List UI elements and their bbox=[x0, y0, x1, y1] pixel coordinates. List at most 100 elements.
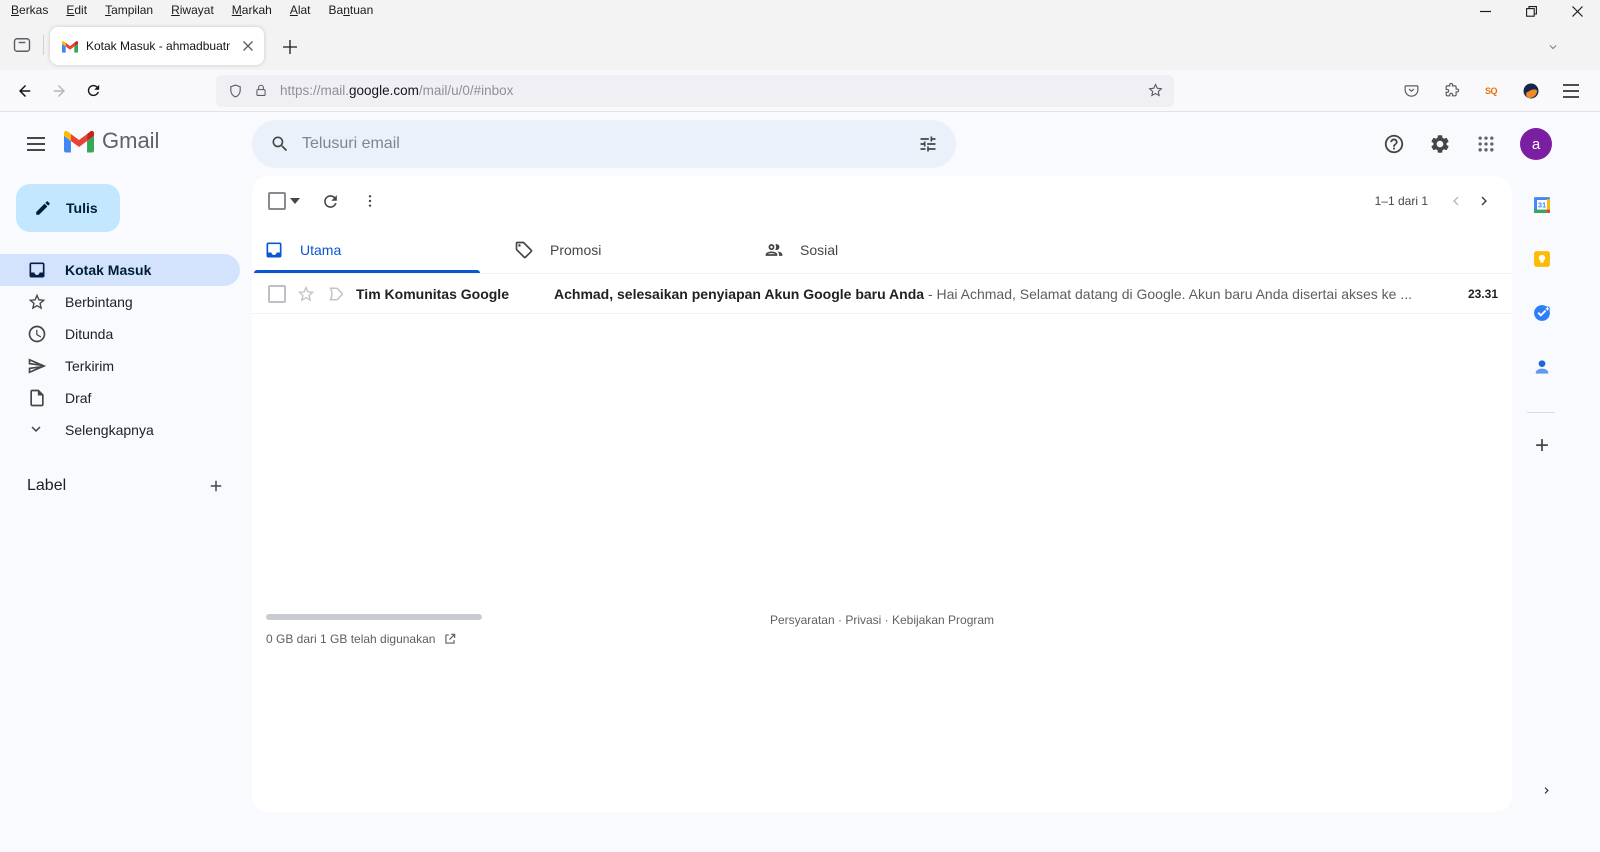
select-all-checkbox[interactable] bbox=[268, 192, 286, 210]
browser-tab-strip: Kotak Masuk - ahmadbuatmail bbox=[0, 20, 1600, 70]
reload-icon[interactable] bbox=[78, 76, 108, 106]
pagination: 1–1 dari 1 bbox=[1375, 187, 1498, 215]
footer-link-persyaratan[interactable]: Persyaratan bbox=[770, 613, 835, 627]
svg-text:31: 31 bbox=[1538, 200, 1546, 209]
footer-link-kebijakan-program[interactable]: Kebijakan Program bbox=[892, 613, 994, 627]
new-tab-button[interactable] bbox=[277, 34, 303, 60]
importance-marker-icon[interactable] bbox=[326, 284, 346, 304]
labels-heading: Label bbox=[27, 477, 66, 495]
sidebar-item-label: Ditunda bbox=[65, 326, 113, 342]
url-text[interactable]: https://mail.google.com/mail/u/0/#inbox bbox=[280, 83, 1142, 98]
sidebar-item-label: Terkirim bbox=[65, 358, 114, 374]
tab-label: Promosi bbox=[550, 242, 601, 258]
sidebar-item-ditunda[interactable]: Ditunda bbox=[0, 318, 240, 350]
compose-label: Tulis bbox=[66, 200, 98, 216]
gmail-body: Tulis Kotak Masuk Berbintang Ditunda Terkir… bbox=[0, 176, 1600, 852]
gmail-logo: Gmail bbox=[64, 128, 159, 154]
show-side-panel-chevron-icon[interactable] bbox=[1536, 780, 1556, 800]
email-checkbox[interactable] bbox=[268, 285, 286, 303]
tab-utama[interactable]: Utama bbox=[252, 226, 502, 273]
external-link-icon[interactable] bbox=[443, 632, 457, 646]
tab-title: Kotak Masuk - ahmadbuatmail bbox=[86, 39, 230, 53]
firefox-view-icon[interactable] bbox=[8, 33, 36, 57]
window-minimize-button[interactable] bbox=[1462, 0, 1508, 22]
calendar-icon[interactable]: 31 bbox=[1531, 194, 1553, 216]
more-options-icon[interactable] bbox=[354, 185, 386, 217]
older-page-chevron-icon[interactable] bbox=[1470, 187, 1498, 215]
category-tabs: Utama Promosi Sosial bbox=[252, 226, 1512, 274]
seoquake-extension-icon[interactable]: SQ bbox=[1476, 76, 1506, 106]
email-row[interactable]: Tim Komunitas GoogleAchmad, selesaikan p… bbox=[252, 274, 1512, 314]
tab-close-icon[interactable] bbox=[238, 36, 258, 56]
tab-label: Utama bbox=[300, 242, 341, 258]
refresh-icon[interactable] bbox=[314, 185, 346, 217]
gmail-favicon bbox=[62, 40, 78, 53]
pencil-icon bbox=[34, 199, 52, 217]
sidebar-item-kotak-masuk[interactable]: Kotak Masuk bbox=[0, 254, 240, 286]
create-label-plus-icon[interactable] bbox=[204, 474, 228, 498]
lock-icon[interactable] bbox=[248, 78, 274, 104]
search-input[interactable] bbox=[302, 135, 906, 153]
list-all-tabs-icon[interactable] bbox=[1540, 34, 1566, 60]
sidebar-item-berbintang[interactable]: Berbintang bbox=[0, 286, 240, 318]
contacts-icon[interactable] bbox=[1531, 356, 1553, 378]
account-avatar[interactable]: a bbox=[1520, 128, 1552, 160]
newer-page-chevron-icon[interactable] bbox=[1442, 187, 1470, 215]
sidebar-item-label: Kotak Masuk bbox=[65, 262, 151, 278]
tab-sosial[interactable]: Sosial bbox=[752, 226, 1002, 273]
app-menu-hamburger-icon[interactable] bbox=[1556, 76, 1586, 106]
pagination-text: 1–1 dari 1 bbox=[1375, 194, 1428, 208]
menu-markah[interactable]: Markah bbox=[223, 1, 281, 19]
clock-icon bbox=[27, 324, 47, 344]
browser-tab-gmail[interactable]: Kotak Masuk - ahmadbuatmail bbox=[50, 27, 264, 65]
sidebar-item-terkirim[interactable]: Terkirim bbox=[0, 350, 240, 382]
keep-icon[interactable] bbox=[1531, 248, 1553, 270]
search-filter-tune-icon[interactable] bbox=[906, 122, 950, 166]
sidebar-item-selengkapnya[interactable]: Selengkapnya bbox=[0, 414, 240, 446]
star-icon bbox=[27, 292, 47, 312]
window-close-button[interactable] bbox=[1554, 0, 1600, 22]
footer-link-privasi[interactable]: Privasi bbox=[845, 613, 881, 627]
email-sender: Tim Komunitas Google bbox=[356, 286, 554, 302]
bookmark-star-icon[interactable] bbox=[1142, 78, 1168, 104]
window-controls bbox=[1462, 0, 1600, 22]
inbox-icon bbox=[264, 240, 284, 260]
list-toolbar: 1–1 dari 1 bbox=[252, 176, 1512, 226]
tab-promosi[interactable]: Promosi bbox=[502, 226, 752, 273]
gmail-app: Gmail a bbox=[0, 112, 1600, 852]
menu-alat[interactable]: Alat bbox=[281, 1, 320, 19]
forward-icon[interactable] bbox=[44, 76, 74, 106]
help-icon[interactable] bbox=[1374, 124, 1414, 164]
tracking-protection-shield-icon[interactable] bbox=[222, 78, 248, 104]
menu-bantuan[interactable]: Bantuan bbox=[320, 1, 383, 19]
menu-riwayat[interactable]: Riwayat bbox=[162, 1, 223, 19]
google-apps-grid-icon[interactable] bbox=[1466, 124, 1506, 164]
star-icon[interactable] bbox=[296, 284, 316, 304]
tasks-icon[interactable] bbox=[1531, 302, 1553, 324]
sidebar-nav: Kotak Masuk Berbintang Ditunda Terkirim Draf… bbox=[0, 254, 252, 446]
pocket-icon[interactable] bbox=[1396, 76, 1426, 106]
url-bar[interactable]: https://mail.google.com/mail/u/0/#inbox bbox=[216, 75, 1174, 107]
menu-berkas[interactable]: Berkas bbox=[2, 1, 57, 19]
main-menu-hamburger-icon[interactable] bbox=[12, 120, 60, 168]
sidebar-item-label: Draf bbox=[65, 390, 91, 406]
window-restore-button[interactable] bbox=[1508, 0, 1554, 22]
nav-right-icons: SQ bbox=[1396, 76, 1590, 106]
menu-tampilan[interactable]: Tampilan bbox=[96, 1, 162, 19]
search-bar bbox=[252, 120, 956, 168]
sidebar-item-draf[interactable]: Draf bbox=[0, 382, 240, 414]
get-addons-plus-icon[interactable]: + bbox=[1531, 435, 1553, 457]
search-icon[interactable] bbox=[258, 122, 302, 166]
compose-button[interactable]: Tulis bbox=[16, 184, 120, 232]
menu-edit[interactable]: Edit bbox=[57, 1, 96, 19]
menu-bar-items: BerkasEditTampilanRiwayatMarkahAlatBantu… bbox=[2, 1, 382, 19]
extensions-puzzle-icon[interactable] bbox=[1436, 76, 1466, 106]
select-dropdown-caret-icon[interactable] bbox=[290, 198, 300, 204]
email-time: 23.31 bbox=[1468, 287, 1498, 301]
file-icon bbox=[27, 388, 47, 408]
email-list-card: 1–1 dari 1 Utama Promosi Sosial Tim Komuni… bbox=[252, 176, 1512, 812]
extension-sphere-icon[interactable] bbox=[1516, 76, 1546, 106]
browser-menu-bar: BerkasEditTampilanRiwayatMarkahAlatBantu… bbox=[0, 0, 1600, 20]
back-icon[interactable] bbox=[10, 76, 40, 106]
settings-gear-icon[interactable] bbox=[1420, 124, 1460, 164]
